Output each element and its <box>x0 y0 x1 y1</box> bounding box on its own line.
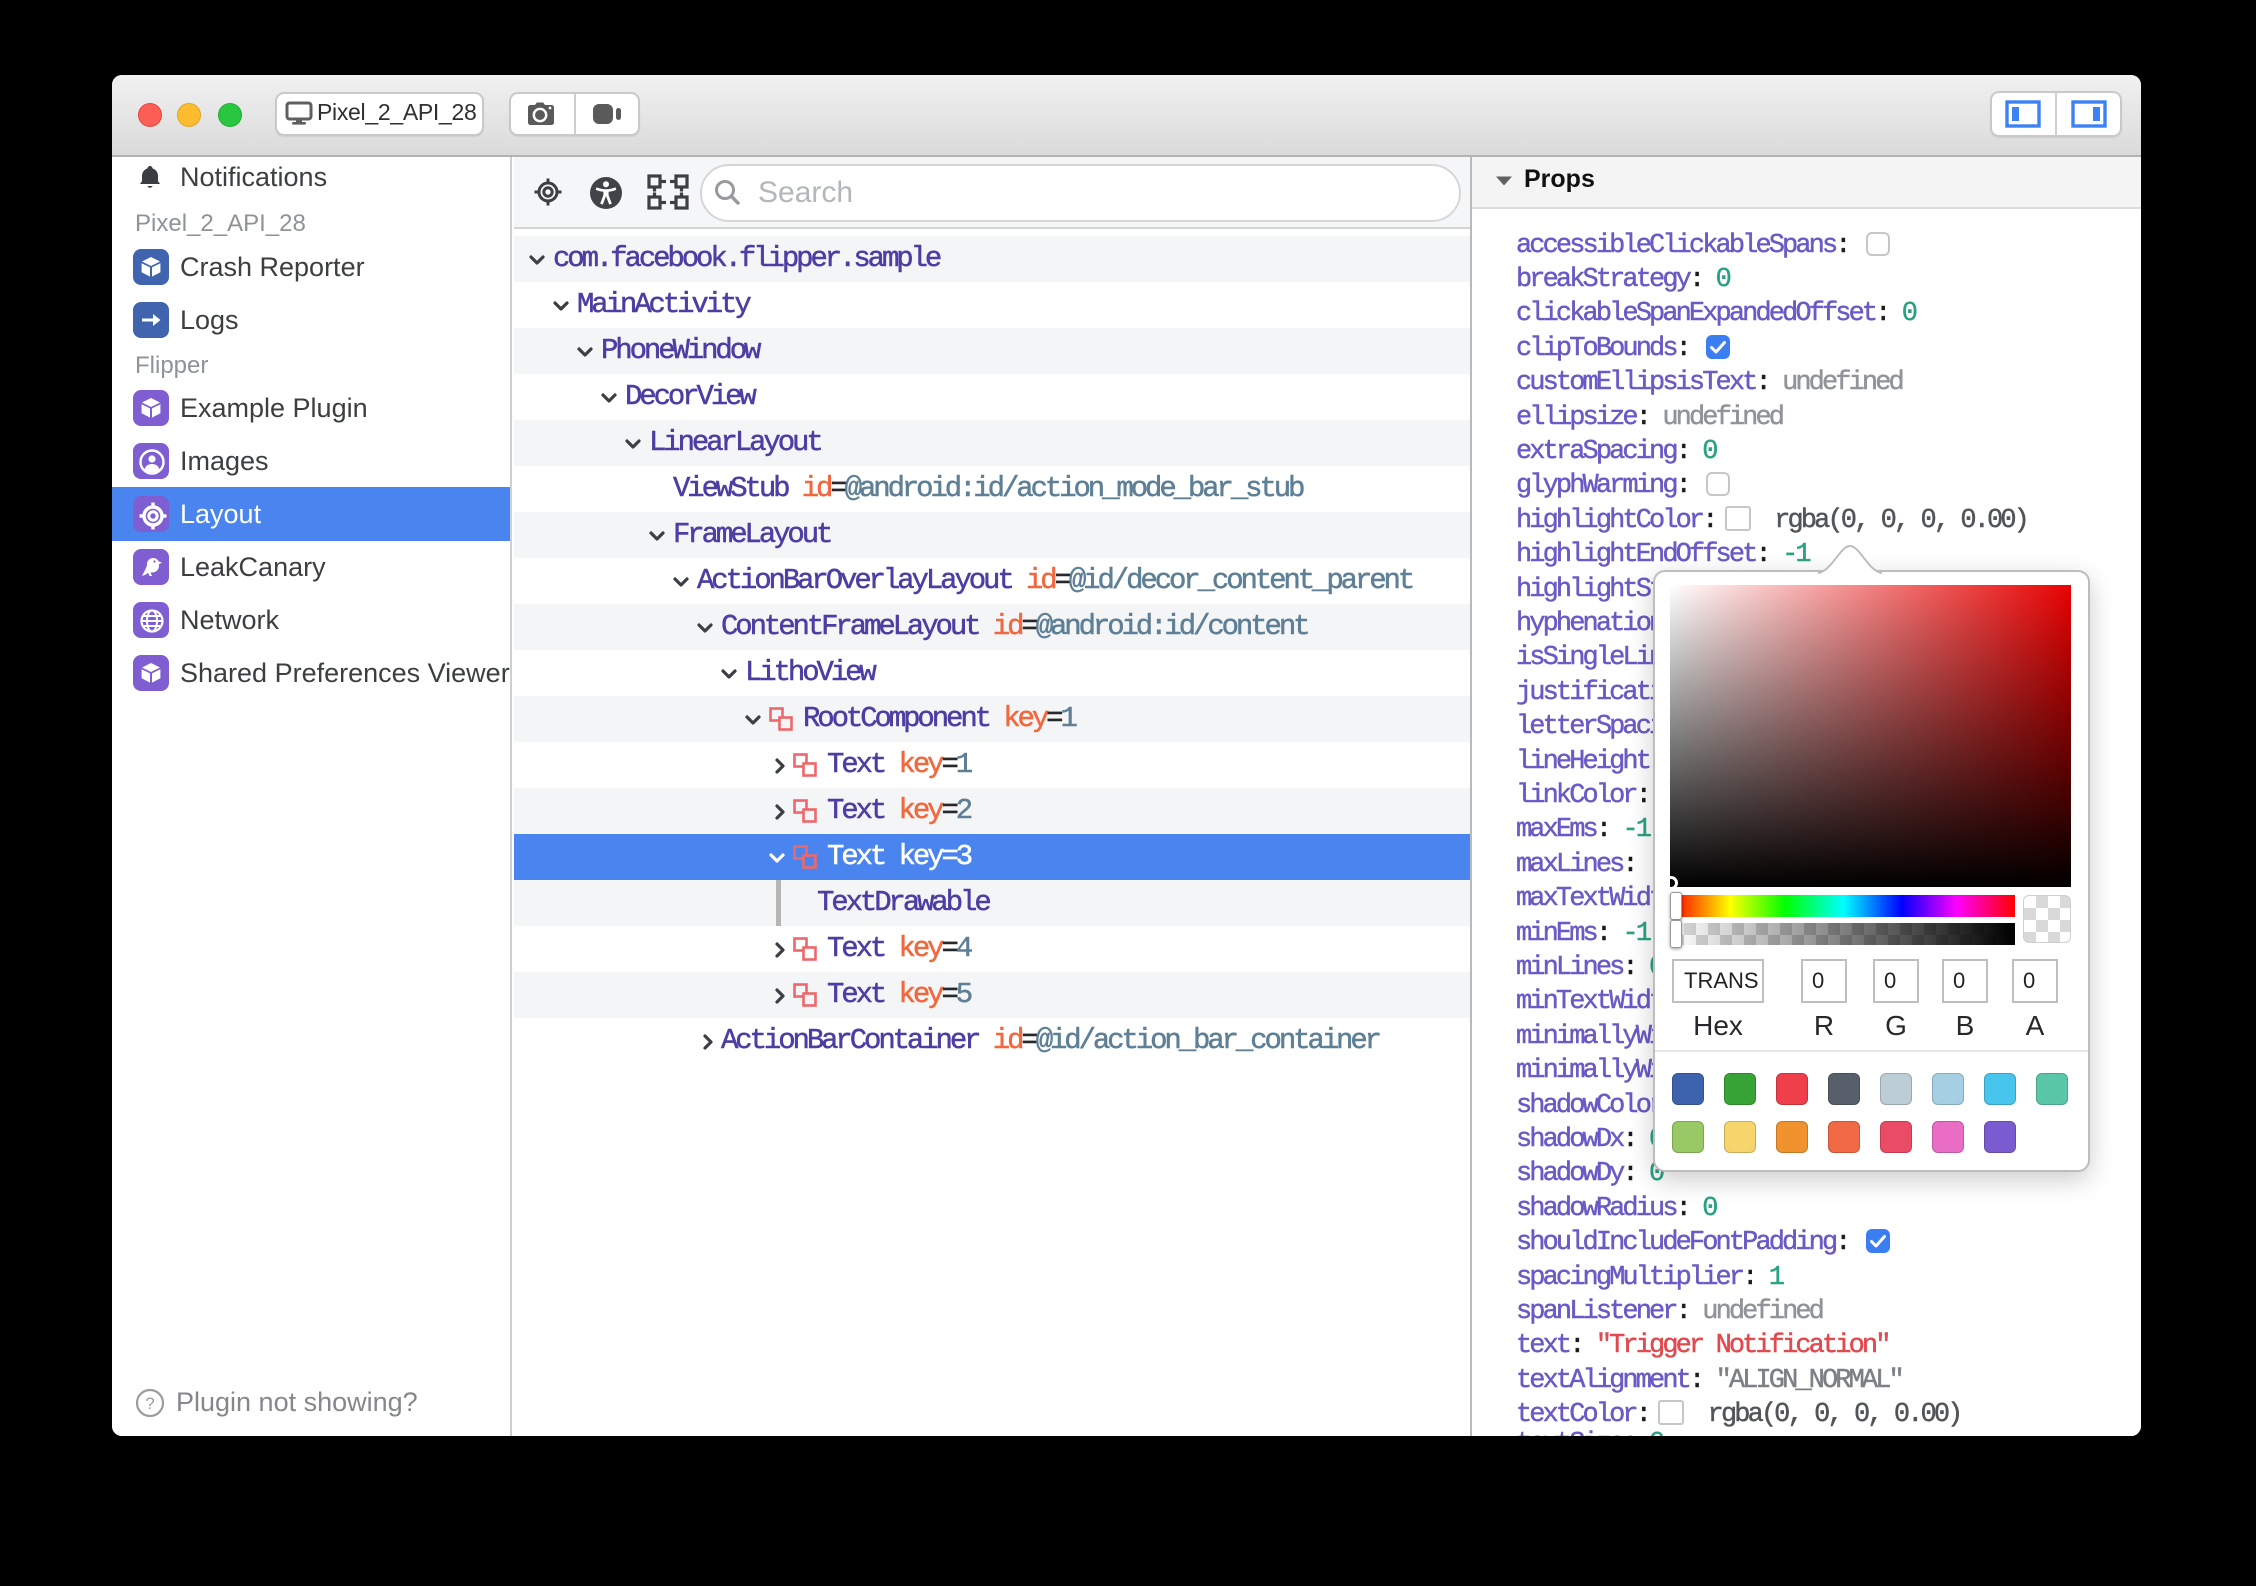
svg-text:?: ? <box>145 1394 154 1413</box>
